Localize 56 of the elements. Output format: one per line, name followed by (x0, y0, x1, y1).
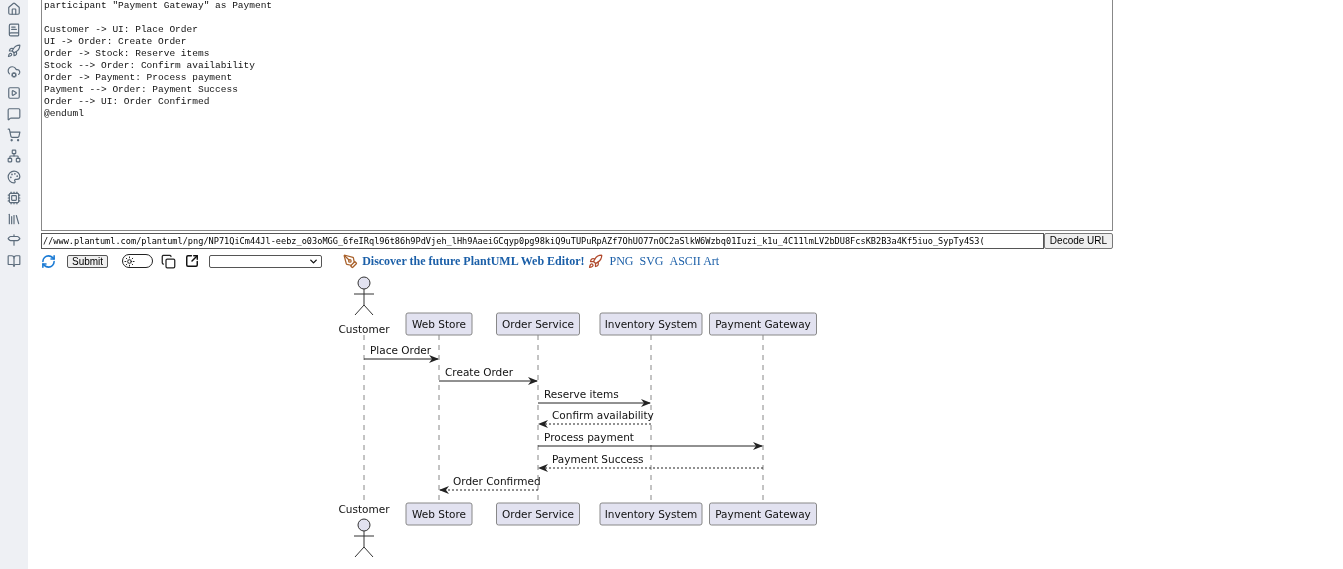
dropdown[interactable] (209, 254, 323, 268)
participant-box: Inventory System (599, 312, 703, 336)
rocket-icon (588, 253, 604, 269)
home-icon[interactable] (7, 1, 21, 16)
message-label: Place Order (370, 344, 432, 356)
url-field[interactable]: //www.plantuml.com/plantuml/png/NP71QiCm44Jl-eebz_o03oMGG_6feIRql96t86h9PdVjeh_lHh9AaeiGCqyp0pg98kiQ9uTUPuRpAZf7OhUO77nOC2aSlkW6Wzbq01Iuzi_k1u_4C11lmLV2bDU8FcsKB2B3a4Kf5iuo_SypTy4S3( (41, 233, 1044, 249)
code-line: Order --> UI: Order Confirmed (44, 96, 210, 108)
code-line: @enduml (44, 108, 84, 120)
actor-figure (353, 518, 375, 558)
participant-box: Inventory System (599, 502, 703, 526)
actor-figure (353, 276, 375, 316)
sun-icon (124, 255, 136, 267)
participant-box: Order Service (496, 502, 580, 526)
message-label: Payment Success (552, 453, 644, 465)
hierarchy-icon[interactable] (7, 148, 21, 163)
pen-icon (343, 253, 359, 269)
participant-box: Web Store (405, 502, 473, 526)
code-line: participant "Payment Gateway" as Payment (44, 0, 273, 12)
code-line: Order -> Stock: Reserve items (44, 48, 210, 60)
format-link[interactable]: PNG (609, 252, 634, 270)
chat-icon[interactable] (7, 106, 21, 121)
code-line: Stock --> Order: Confirm availability (44, 60, 255, 72)
participant-box: Web Store (405, 312, 473, 336)
open-book-icon[interactable] (7, 253, 21, 268)
actor-label: Customer (338, 323, 390, 335)
code-line: Order -> Payment: Process payment (44, 72, 233, 84)
message-label: Reserve items (544, 388, 619, 400)
copy-icon[interactable] (161, 253, 177, 269)
book-icon[interactable] (7, 22, 21, 37)
message-label: Order Confirmed (453, 475, 541, 487)
cloud-icon[interactable] (7, 64, 21, 79)
signpost-icon[interactable] (7, 232, 21, 247)
refresh-icon[interactable] (41, 253, 56, 269)
message-label: Confirm availability (552, 409, 654, 421)
message-label: Process payment (544, 431, 634, 443)
format-link[interactable]: ASCII Art (669, 252, 720, 270)
decode-url-button[interactable]: Decode URL (1044, 233, 1113, 249)
code-line: Customer -> UI: Place Order (44, 24, 198, 36)
participant-box: Payment Gateway (709, 312, 817, 336)
code-line: UI -> Order: Create Order (44, 36, 187, 48)
actor-label: Customer (338, 503, 390, 515)
format-link[interactable]: SVG (639, 252, 664, 270)
rocket-icon[interactable] (7, 43, 21, 58)
editor-link[interactable]: Discover the future PlantUML Web Editor! (362, 252, 585, 270)
code-line: Payment --> Order: Payment Success (44, 84, 238, 96)
message-label: Create Order (445, 366, 514, 378)
open-window-icon[interactable] (185, 254, 200, 268)
theme-toggle[interactable] (122, 254, 154, 268)
library-icon[interactable] (7, 211, 21, 226)
participant-box: Payment Gateway (709, 502, 817, 526)
submit-button[interactable]: Submit (67, 254, 109, 268)
palette-icon[interactable] (7, 169, 21, 184)
cart-icon[interactable] (7, 127, 21, 142)
participant-box: Order Service (496, 312, 580, 336)
chip-icon[interactable] (7, 190, 21, 205)
play-icon[interactable] (7, 85, 21, 100)
